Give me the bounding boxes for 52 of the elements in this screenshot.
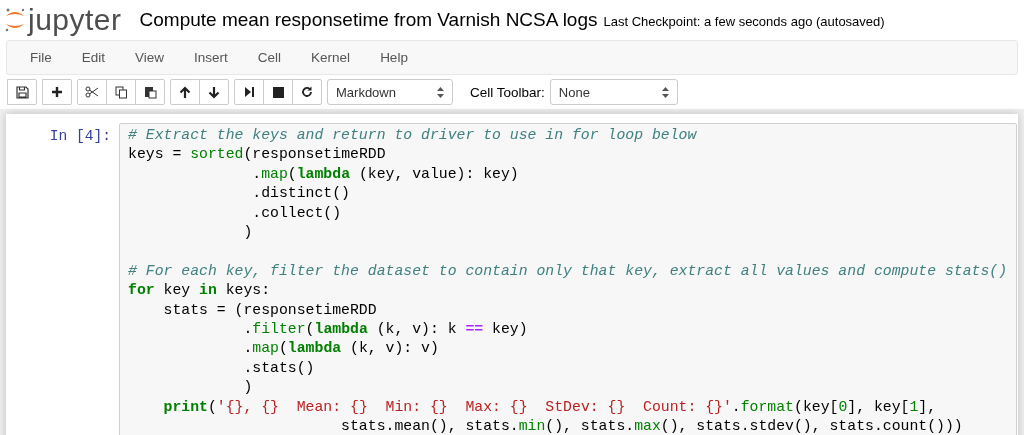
code-line: stats.mean(), stats.min(), stats.max(), stats.stdev(), stats.count())) bbox=[340, 417, 963, 435]
menu-item[interactable]: Help bbox=[365, 50, 423, 65]
code-line: .map(lambda (k, v): v) bbox=[242, 339, 439, 359]
jupyter-logo-icon bbox=[4, 7, 26, 33]
step-forward-icon bbox=[243, 86, 255, 98]
code-line: # Extract the keys and return to driver to use in for loop below bbox=[128, 126, 697, 145]
move-down-button[interactable] bbox=[199, 79, 229, 105]
code-line: .collect() bbox=[251, 203, 342, 223]
down-arrow-icon bbox=[208, 85, 220, 99]
code-line: stats = (responsetimeRDD bbox=[162, 300, 377, 320]
code-line: ) bbox=[242, 378, 253, 398]
menu-item[interactable]: Kernel bbox=[296, 50, 366, 65]
code-line: ) bbox=[242, 223, 253, 243]
code-line: print('{}, {} Mean: {} Min: {} Max: {} StDev: {} Count: {}'.format(key[0], key[1], bbox=[162, 397, 937, 417]
code-line: .map(lambda (key, value): key) bbox=[251, 164, 519, 184]
checkpoint-status: Last Checkpoint: a few seconds ago (autosaved) bbox=[603, 14, 885, 29]
stop-icon bbox=[272, 86, 284, 98]
code-line: .filter(lambda (k, v): k == key) bbox=[242, 320, 528, 340]
code-line: # For each key, filter the dataset to contain only that key, extract all values and compute stats() bbox=[128, 261, 1008, 281]
code-cell[interactable] bbox=[119, 123, 1017, 435]
menu-item[interactable]: File bbox=[15, 50, 67, 65]
copy-button[interactable] bbox=[106, 79, 136, 105]
cell-toolbar-dropdown[interactable]: None bbox=[549, 79, 678, 105]
updown-caret-icon bbox=[437, 86, 444, 98]
updown-caret-icon bbox=[661, 86, 669, 98]
cell-type-dropdown[interactable]: Markdown bbox=[327, 79, 453, 105]
menu-item[interactable]: Cell bbox=[242, 50, 297, 65]
code-line: keys = sorted(responsetimeRDD bbox=[128, 145, 386, 165]
run-button[interactable] bbox=[234, 79, 264, 105]
paste-icon bbox=[143, 85, 157, 99]
cut-button[interactable] bbox=[77, 79, 107, 105]
refresh-icon bbox=[301, 86, 313, 98]
stop-button[interactable] bbox=[263, 79, 293, 105]
code-line: .stats() bbox=[242, 358, 315, 378]
scissors-icon bbox=[85, 86, 99, 98]
menu-item[interactable]: Edit bbox=[66, 50, 121, 65]
paste-button[interactable] bbox=[135, 79, 165, 105]
add-cell-button[interactable] bbox=[42, 79, 72, 105]
plus-icon bbox=[51, 86, 63, 98]
restart-button[interactable] bbox=[292, 79, 322, 105]
code-line: for key in keys: bbox=[128, 281, 271, 301]
menu-item[interactable]: Insert bbox=[179, 50, 243, 65]
cell-toolbar-label: Cell Toolbar: bbox=[470, 84, 545, 100]
notebook-title[interactable]: Compute mean responsetime from Varnish NCSA logs bbox=[139, 9, 598, 31]
menu-item[interactable]: View bbox=[120, 50, 180, 65]
input-prompt: In [4]: bbox=[48, 127, 112, 144]
code-line: .distinct() bbox=[251, 184, 350, 204]
move-up-button[interactable] bbox=[170, 79, 200, 105]
up-arrow-icon bbox=[179, 85, 191, 99]
logo-text[interactable]: jupyter bbox=[28, 5, 122, 35]
copy-icon bbox=[114, 85, 128, 99]
save-button[interactable] bbox=[7, 79, 37, 105]
